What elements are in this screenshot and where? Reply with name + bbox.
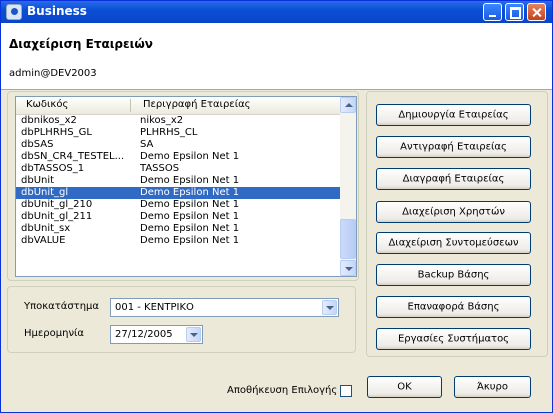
list-row[interactable]: dbTASSOS_1 TASSOS bbox=[16, 163, 341, 175]
company-description: nikos_x2 bbox=[140, 115, 184, 126]
company-code: dbUnit_gl_210 bbox=[21, 199, 93, 210]
create-company-label: Δημιουργία Εταιρείας bbox=[398, 109, 509, 121]
company-code: dbSAS bbox=[21, 139, 54, 150]
company-description: SA bbox=[140, 139, 154, 150]
minimize-button[interactable] bbox=[483, 3, 502, 21]
column-header-description[interactable]: Περιγραφή Εταιρείας bbox=[143, 99, 251, 110]
ok-label: OK bbox=[397, 381, 412, 393]
copy-company-label: Αντιγραφή Εταιρείας bbox=[400, 141, 507, 153]
company-code: dbTASSOS_1 bbox=[21, 163, 85, 174]
company-code: dbUnit bbox=[21, 175, 55, 186]
list-row[interactable]: dbVALUE Demo Epsilon Net 1 bbox=[16, 235, 341, 247]
title-bar[interactable]: Business bbox=[1, 1, 552, 23]
company-description: Demo Epsilon Net 1 bbox=[140, 199, 240, 210]
page-title: Διαχείριση Εταιρειών bbox=[9, 37, 153, 51]
backup-database-label: Backup Βάσης bbox=[417, 269, 490, 281]
list-row[interactable]: dbUnit Demo Epsilon Net 1 bbox=[16, 175, 341, 187]
list-row[interactable]: dbUnit_gl Demo Epsilon Net 1 bbox=[16, 187, 341, 199]
company-description: Demo Epsilon Net 1 bbox=[140, 187, 240, 198]
company-description: PLHRHS_CL bbox=[140, 127, 198, 138]
company-code: dbVALUE bbox=[21, 235, 66, 246]
scroll-down-button[interactable] bbox=[340, 260, 356, 276]
list-row[interactable]: dbUnit_sx Demo Epsilon Net 1 bbox=[16, 223, 341, 235]
company-code: dbSN_CR4_TESTEL... bbox=[21, 151, 125, 162]
ok-button[interactable]: OK bbox=[367, 376, 442, 398]
create-company-button[interactable]: Δημιουργία Εταιρείας bbox=[376, 104, 531, 126]
cancel-button[interactable]: Άκυρο bbox=[454, 376, 531, 398]
column-divider[interactable] bbox=[130, 99, 131, 112]
close-button[interactable] bbox=[527, 3, 546, 21]
save-selection-checkbox[interactable] bbox=[340, 385, 352, 397]
branch-select[interactable]: 001 - ΚΕΝΤΡΙΚΟ bbox=[110, 298, 339, 317]
list-header: Κωδικός Περιγραφή Εταιρείας bbox=[16, 97, 341, 115]
cancel-label: Άκυρο bbox=[476, 381, 509, 393]
list-row[interactable]: dbUnit_gl_211 Demo Epsilon Net 1 bbox=[16, 211, 341, 223]
chevron-down-icon bbox=[345, 267, 353, 271]
app-icon bbox=[6, 4, 22, 20]
company-description: TASSOS bbox=[140, 163, 180, 174]
delete-company-label: Διαγραφή Εταιρείας bbox=[402, 173, 505, 185]
company-description: Demo Epsilon Net 1 bbox=[140, 211, 240, 222]
header-panel: Διαχείριση Εταιρειών admin@DEV2003 bbox=[1, 23, 552, 90]
system-tasks-button[interactable]: Εργασίες Συστήματος bbox=[376, 328, 531, 350]
company-description: Demo Epsilon Net 1 bbox=[140, 223, 240, 234]
company-description: Demo Epsilon Net 1 bbox=[140, 151, 240, 162]
company-code: dbUnit_gl bbox=[21, 187, 69, 198]
chevron-down-icon[interactable] bbox=[322, 300, 337, 315]
manage-shortcuts-label: Διαχείριση Συντομεύσεων bbox=[388, 237, 519, 249]
maximize-button[interactable] bbox=[505, 3, 524, 21]
branch-label: Υποκατάστημα bbox=[24, 301, 99, 312]
date-picker[interactable]: 27/12/2005 bbox=[110, 325, 203, 344]
list-scrollbar[interactable] bbox=[340, 97, 356, 276]
business-window: Business Διαχείριση Εταιρειών admin@DEV2… bbox=[0, 0, 553, 413]
company-code: dbUnit_sx bbox=[21, 223, 71, 234]
company-list[interactable]: Κωδικός Περιγραφή Εταιρείας dbnikos_x2 ni… bbox=[15, 96, 357, 277]
date-label: Ημερομηνία bbox=[24, 328, 85, 339]
list-row[interactable]: dbUnit_gl_210 Demo Epsilon Net 1 bbox=[16, 199, 341, 211]
delete-company-button[interactable]: Διαγραφή Εταιρείας bbox=[376, 168, 531, 190]
restore-database-button[interactable]: Επαναφορά Βάσης bbox=[376, 296, 531, 318]
list-rows: dbnikos_x2 nikos_x2 dbPLHRHS_GL PLHRHS_CL db… bbox=[16, 115, 341, 247]
current-user: admin@DEV2003 bbox=[9, 68, 97, 79]
list-row[interactable]: dbPLHRHS_GL PLHRHS_CL bbox=[16, 127, 341, 139]
manage-users-button[interactable]: Διαχείριση Χρηστών bbox=[376, 201, 531, 223]
date-value: 27/12/2005 bbox=[115, 329, 173, 340]
restore-database-label: Επαναφορά Βάσης bbox=[407, 301, 500, 313]
save-selection-label: Αποθήκευση Επιλογής bbox=[227, 385, 338, 396]
scroll-thumb[interactable] bbox=[340, 219, 356, 259]
scroll-up-button[interactable] bbox=[340, 97, 356, 113]
list-row[interactable]: dbSAS SA bbox=[16, 139, 341, 151]
list-row[interactable]: dbSN_CR4_TESTEL... Demo Epsilon Net 1 bbox=[16, 151, 341, 163]
chevron-up-icon bbox=[345, 103, 353, 107]
window-title: Business bbox=[27, 4, 87, 18]
company-code: dbUnit_gl_211 bbox=[21, 211, 93, 222]
column-header-code[interactable]: Κωδικός bbox=[26, 99, 68, 110]
system-tasks-label: Εργασίες Συστήματος bbox=[397, 333, 510, 345]
backup-database-button[interactable]: Backup Βάσης bbox=[376, 264, 531, 286]
manage-users-label: Διαχείριση Χρηστών bbox=[402, 206, 505, 218]
company-description: Demo Epsilon Net 1 bbox=[140, 175, 240, 186]
branch-value: 001 - ΚΕΝΤΡΙΚΟ bbox=[115, 302, 194, 313]
manage-shortcuts-button[interactable]: Διαχείριση Συντομεύσεων bbox=[376, 232, 531, 254]
copy-company-button[interactable]: Αντιγραφή Εταιρείας bbox=[376, 136, 531, 158]
list-row[interactable]: dbnikos_x2 nikos_x2 bbox=[16, 115, 341, 127]
chevron-down-icon[interactable] bbox=[186, 327, 201, 342]
company-description: Demo Epsilon Net 1 bbox=[140, 235, 240, 246]
company-code: dbPLHRHS_GL bbox=[21, 127, 92, 138]
company-code: dbnikos_x2 bbox=[21, 115, 77, 126]
